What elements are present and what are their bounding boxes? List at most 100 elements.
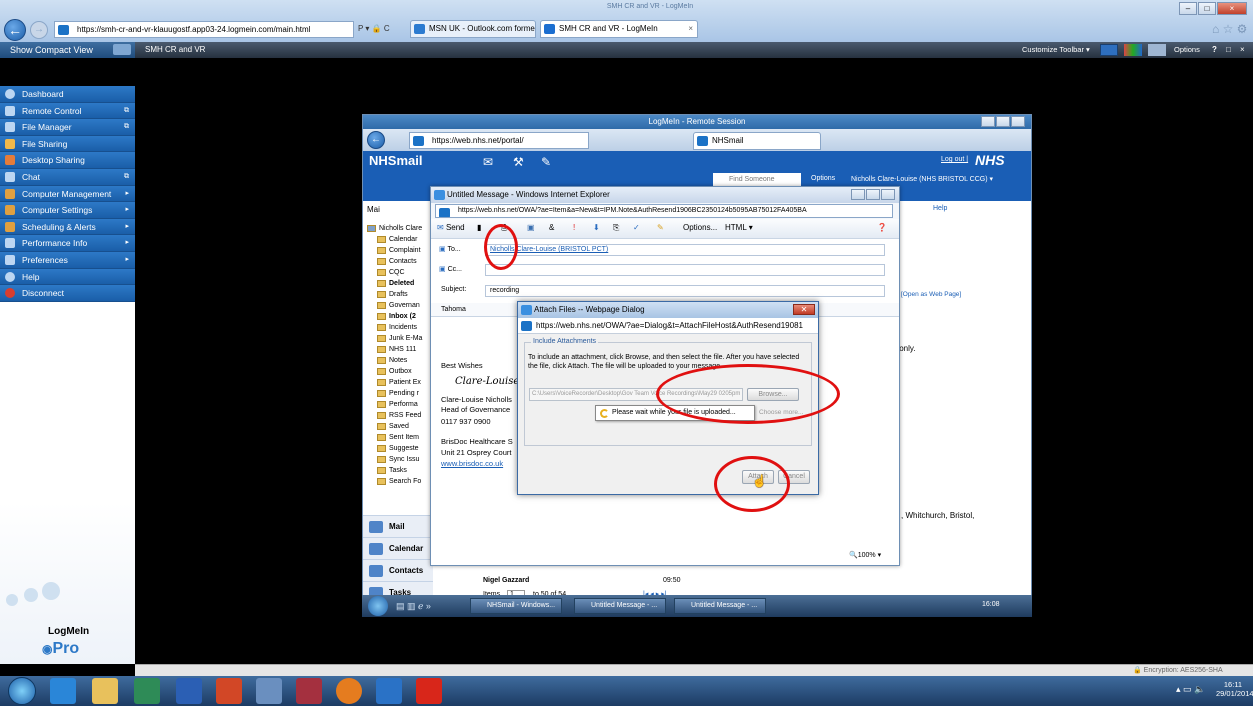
sidebar-item-computer-settings[interactable]: Computer Settings ▸ bbox=[0, 202, 135, 219]
folder-item[interactable]: Saved bbox=[367, 421, 437, 432]
folder-item[interactable]: Tasks bbox=[367, 465, 437, 476]
popout-icon[interactable]: ⧉ bbox=[124, 119, 129, 135]
remote-task-message-2[interactable]: Untitled Message - ... bbox=[674, 598, 766, 614]
user-menu[interactable]: Nicholls Clare-Louise (NHS BRISTOL CCG) … bbox=[851, 175, 993, 183]
folder-item[interactable]: Inbox (2 bbox=[367, 311, 437, 322]
compose-icon[interactable]: ✎ bbox=[541, 155, 551, 169]
folder-item[interactable]: Deleted bbox=[367, 278, 437, 289]
remote-back-button[interactable]: ← bbox=[367, 131, 385, 149]
nav-contacts[interactable]: Contacts bbox=[363, 559, 433, 581]
tools-icon[interactable]: ⚒ bbox=[513, 155, 524, 169]
find-someone-input[interactable]: Find Someone bbox=[713, 173, 801, 187]
folder-item[interactable]: Pending r bbox=[367, 388, 437, 399]
font-select[interactable]: Tahoma bbox=[441, 306, 466, 313]
remote-address-bar[interactable]: https://web.nhs.net/portal/ bbox=[409, 132, 589, 149]
list-sender[interactable]: Nigel Gazzard bbox=[483, 577, 529, 584]
folder-item[interactable]: Sent Item bbox=[367, 432, 437, 443]
folder-item[interactable]: Incidents bbox=[367, 322, 437, 333]
back-button[interactable]: ← bbox=[4, 19, 26, 41]
sidebar-item-scheduling-alerts[interactable]: Scheduling & Alerts ▸ bbox=[0, 218, 135, 236]
to-field[interactable]: Nicholls Clare-Louise (BRISTOL PCT) bbox=[485, 244, 885, 256]
options-button[interactable]: Options... bbox=[683, 223, 717, 232]
mail-icon[interactable]: ✉ bbox=[483, 155, 493, 169]
format-select[interactable]: HTML ▾ bbox=[725, 223, 753, 232]
folder-item[interactable]: Notes bbox=[367, 355, 437, 366]
sidebar-item-chat[interactable]: Chat ⧉ bbox=[0, 168, 135, 186]
to-button[interactable]: ▣ To... bbox=[439, 245, 461, 253]
folder-item[interactable]: Governan bbox=[367, 300, 437, 311]
collapse-icon[interactable] bbox=[113, 44, 131, 55]
nav-calendar[interactable]: Calendar bbox=[363, 537, 433, 559]
folder-item[interactable]: Sync Issu bbox=[367, 454, 437, 465]
sidebar-item-performance-info[interactable]: Performance Info ▸ bbox=[0, 235, 135, 252]
send-button[interactable]: ✉ Send bbox=[437, 223, 465, 232]
body-website-link[interactable]: www.brisdoc.co.uk bbox=[441, 459, 503, 468]
app-taskbar-icon[interactable] bbox=[134, 678, 160, 704]
folder-item[interactable]: CQC bbox=[367, 267, 437, 278]
start-button[interactable] bbox=[8, 677, 36, 705]
ie-taskbar-icon[interactable] bbox=[50, 678, 76, 704]
help-link[interactable]: Help bbox=[933, 205, 947, 212]
address-bar[interactable]: https://smh-cr-and-vr-klauugostf.app03-2… bbox=[54, 21, 354, 38]
check-names-icon[interactable]: & bbox=[549, 223, 554, 232]
options-link[interactable]: Options bbox=[811, 175, 835, 182]
folder-item[interactable]: Performa bbox=[367, 399, 437, 410]
quick-launch-icons[interactable]: ▤ ▥ ℯ » bbox=[396, 601, 431, 612]
recipients-icon[interactable]: ⎘ bbox=[613, 223, 619, 233]
subject-field[interactable]: recording bbox=[485, 285, 885, 297]
sidebar-item-computer-management[interactable]: Computer Management ▸ bbox=[0, 185, 135, 203]
cc-field[interactable] bbox=[485, 264, 885, 276]
explorer-taskbar-icon[interactable] bbox=[92, 678, 118, 704]
folder-item[interactable]: RSS Feed bbox=[367, 410, 437, 421]
open-as-web-page-link[interactable]: [Open as Web Page] bbox=[901, 291, 961, 298]
popout-icon[interactable]: ⧉ bbox=[124, 103, 129, 119]
folder-item[interactable]: Calendar bbox=[367, 234, 437, 245]
remote-task-message-1[interactable]: Untitled Message - ... bbox=[574, 598, 666, 614]
attach-close-button[interactable]: ✕ bbox=[793, 304, 815, 315]
tab-logmein[interactable]: SMH CR and VR - LogMeIn × bbox=[540, 20, 698, 38]
acrobat-taskbar-icon[interactable] bbox=[416, 678, 442, 704]
remote-minimize[interactable] bbox=[981, 116, 995, 127]
folder-item[interactable]: Suggeste bbox=[367, 443, 437, 454]
help-icon[interactable]: ❓ bbox=[877, 223, 887, 232]
importance-low-icon[interactable]: ⬇ bbox=[593, 223, 600, 232]
folder-item[interactable]: Junk E-Ma bbox=[367, 333, 437, 344]
folder-item[interactable]: Patient Ex bbox=[367, 377, 437, 388]
nav-mail[interactable]: Mail bbox=[363, 515, 433, 537]
cc-button[interactable]: ▣ Cc... bbox=[439, 265, 462, 273]
maximize-button[interactable] bbox=[866, 189, 880, 200]
app-taskbar-icon[interactable] bbox=[376, 678, 402, 704]
save-icon[interactable]: ▮ bbox=[477, 223, 481, 232]
minimize-button[interactable]: – bbox=[1179, 2, 1197, 15]
sidebar-item-desktop-sharing[interactable]: Desktop Sharing bbox=[0, 152, 135, 169]
word-taskbar-icon[interactable] bbox=[176, 678, 202, 704]
folder-item[interactable]: Contacts bbox=[367, 256, 437, 267]
forward-button[interactable]: → bbox=[30, 21, 48, 39]
folder-item[interactable]: NHS 111 bbox=[367, 344, 437, 355]
folder-item[interactable]: Outbox bbox=[367, 366, 437, 377]
remote-start-button[interactable] bbox=[368, 596, 388, 616]
message-url-field[interactable]: https://web.nhs.net/OWA/?ae=Item&a=New&t… bbox=[435, 204, 893, 218]
folder-item[interactable]: Nicholls Clare bbox=[367, 223, 437, 234]
powerpoint-taskbar-icon[interactable] bbox=[216, 678, 242, 704]
logout-link[interactable]: Log out | bbox=[941, 156, 968, 163]
folder-item[interactable]: Drafts bbox=[367, 289, 437, 300]
folder-item[interactable]: Complaint bbox=[367, 245, 437, 256]
folder-item[interactable]: Search Fo bbox=[367, 476, 437, 487]
sidebar-item-remote-control[interactable]: Remote Control ⧉ bbox=[0, 102, 135, 120]
maximize-button[interactable]: □ bbox=[1198, 2, 1216, 15]
home-star-gear-icons[interactable]: ⌂ ☆ ⚙ bbox=[1212, 22, 1247, 36]
access-taskbar-icon[interactable] bbox=[296, 678, 322, 704]
tab-close-icon[interactable]: × bbox=[688, 21, 693, 37]
remote-close[interactable] bbox=[1011, 116, 1025, 127]
search-refresh-icons[interactable]: P ▾ 🔒 C bbox=[358, 24, 390, 33]
address-book-icon[interactable]: ▣ bbox=[527, 223, 535, 232]
sidebar-item-file-sharing[interactable]: File Sharing bbox=[0, 135, 135, 153]
remote-task-nhsmail[interactable]: NHSmail - Windows... bbox=[470, 598, 562, 614]
importance-high-icon[interactable]: ! bbox=[573, 223, 575, 232]
tray-icons[interactable]: ▴ ▭ 🔈 bbox=[1176, 684, 1205, 695]
close-button[interactable]: × bbox=[1217, 2, 1247, 15]
app-taskbar-icon[interactable] bbox=[256, 678, 282, 704]
firefox-taskbar-icon[interactable] bbox=[336, 678, 362, 704]
spelling-icon[interactable]: ✓ bbox=[633, 223, 640, 232]
